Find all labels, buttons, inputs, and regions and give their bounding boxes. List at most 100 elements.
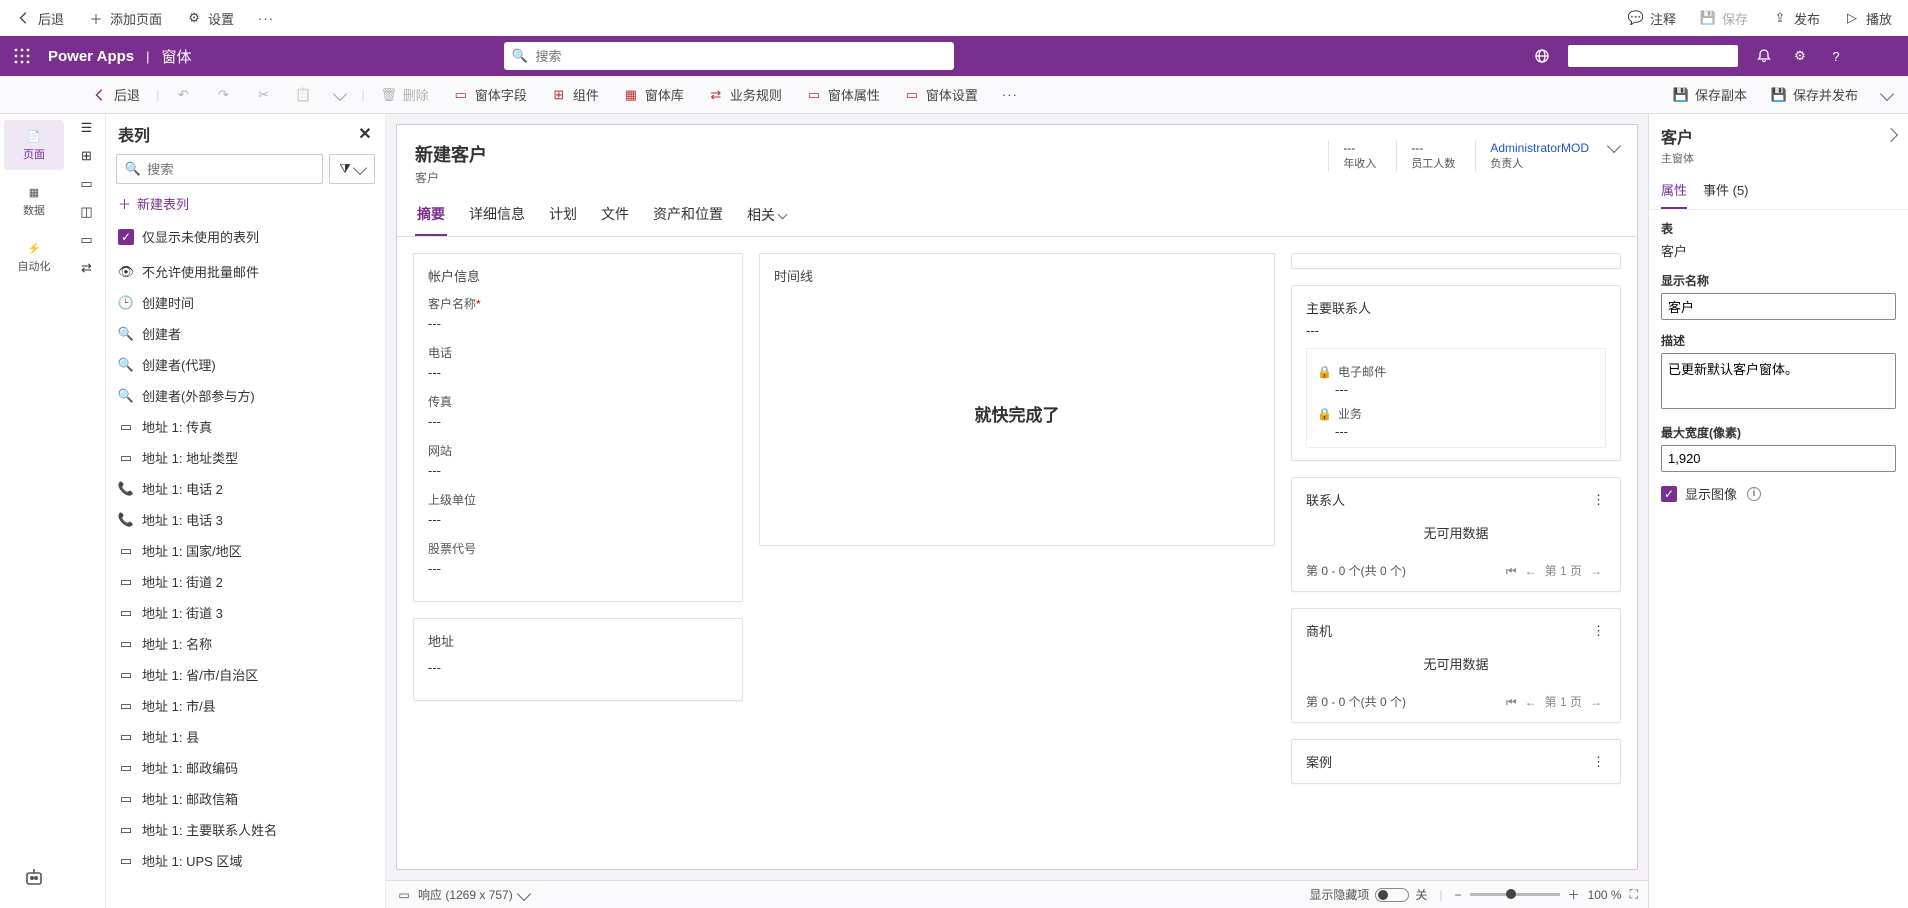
column-item[interactable]: ▭地址 1: 名称 [106,628,385,659]
field-parent-val[interactable]: --- [428,512,728,528]
more-icon[interactable]: ⋮ [1592,754,1606,770]
back-button[interactable]: 后退 [8,5,72,32]
chevron-right-icon[interactable] [1884,128,1898,142]
contact-val[interactable]: --- [1306,323,1606,338]
next-page-icon[interactable]: → [1590,695,1602,709]
components-rail-icon[interactable]: ⊞ [79,148,95,164]
column-item[interactable]: ▭地址 1: 省/市/自治区 [106,659,385,690]
data-rail-icon[interactable]: ◫ [79,204,95,220]
account-info-section[interactable]: 帐户信息 客户名称*--- 电话--- 传真--- 网站--- 上级单位--- … [413,253,743,602]
cmd-save-publish-chevron[interactable] [1874,85,1900,105]
field-phone-val[interactable]: --- [428,365,728,381]
rail-pages[interactable]: 📄页面 [4,120,64,170]
notifications-icon[interactable] [1748,40,1780,72]
column-item[interactable]: ▭地址 1: 市/县 [106,690,385,721]
cmd-save-copy[interactable]: 💾保存副本 [1665,81,1755,108]
column-item[interactable]: ▭地址 1: 传真 [106,411,385,442]
field-web-val[interactable]: --- [428,463,728,479]
columns-search[interactable]: 🔍 [116,154,323,184]
props-desc-input[interactable] [1661,353,1896,409]
tab-details[interactable]: 详细信息 [467,198,527,236]
rail-data[interactable]: ▦数据 [4,176,64,226]
only-unused-check[interactable]: ✓仅显示未使用的表列 [106,223,385,256]
column-item[interactable]: ▭地址 1: 国家/地区 [106,535,385,566]
column-item[interactable]: ▭地址 1: 主要联系人姓名 [106,814,385,845]
tab-summary[interactable]: 摘要 [415,198,447,236]
primary-contact-card[interactable]: 主要联系人 --- 🔒电子邮件 --- 🔒业务 --- [1291,285,1621,461]
column-item[interactable]: 🔍创建者(外部参与方) [106,380,385,411]
hdr-owner-val[interactable]: AdministratorMOD [1490,141,1589,155]
form-canvas[interactable]: 新建客户 客户 ---年收入 ---员工人数 AdministratorMOD负… [396,124,1638,870]
cmd-cut[interactable]: ✂ [247,83,279,107]
cmd-form-props[interactable]: ▭窗体属性 [798,81,888,108]
zoom-out[interactable]: − [1455,888,1462,902]
play-button[interactable]: ▷播放 [1836,5,1900,32]
environment-badge[interactable] [1568,45,1738,67]
close-icon[interactable]: ✕ [357,126,373,142]
column-item[interactable]: ▭地址 1: 县 [106,721,385,752]
opps-subgrid[interactable]: 商机⋮ 无可用数据 第 0 - 0 个(共 0 个)⏮←第 1 页→ [1291,608,1621,723]
props-display-input[interactable] [1661,293,1896,320]
cmd-overflow[interactable]: ··· [994,83,1026,106]
next-page-icon[interactable]: → [1590,564,1602,578]
responsive-icon[interactable]: ▭ [396,887,412,903]
environment-icon[interactable] [1526,40,1558,72]
tab-assets[interactable]: 资产和位置 [651,198,725,236]
cmd-paste-chevron[interactable] [327,85,353,105]
timeline-section[interactable]: 时间线 就快完成了 [759,253,1275,546]
tab-related[interactable]: 相关 [745,198,788,236]
field-fax-val[interactable]: --- [428,414,728,430]
cmd-redo[interactable]: ↷ [207,83,239,107]
more-button[interactable]: ··· [250,7,282,30]
fit-icon[interactable]: ⛶ [1630,887,1638,902]
column-item[interactable]: ▭地址 1: 邮政编码 [106,752,385,783]
columns-list[interactable]: 👁不允许使用批量邮件🕒创建时间🔍创建者🔍创建者(代理)🔍创建者(外部参与方)▭地… [106,256,385,908]
prev-page-icon[interactable]: ← [1525,695,1537,709]
cmd-back[interactable]: 后退 [84,81,148,108]
cmd-form-settings[interactable]: ▭窗体设置 [896,81,986,108]
prev-page-icon[interactable]: ← [1525,564,1537,578]
cases-subgrid[interactable]: 案例⋮ [1291,739,1621,784]
tree-view-icon[interactable]: ☰ [79,120,95,136]
address-section[interactable]: 地址 --- [413,618,743,701]
props-maxw-input[interactable] [1661,445,1896,472]
column-item[interactable]: 📞地址 1: 电话 2 [106,473,385,504]
column-item[interactable]: ▭地址 1: 邮政信箱 [106,783,385,814]
zoom-slider[interactable] [1470,893,1560,896]
rules-rail-icon[interactable]: ⇄ [79,260,95,276]
column-item[interactable]: ▭地址 1: 街道 3 [106,597,385,628]
columns-search-input[interactable] [147,162,314,177]
save-button[interactable]: 💾保存 [1692,5,1756,32]
props-tab-events[interactable]: 事件 (5) [1703,174,1749,209]
tab-files[interactable]: 文件 [599,198,631,236]
address-val[interactable]: --- [428,660,728,676]
column-item[interactable]: ▭地址 1: UPS 区域 [106,845,385,876]
column-item[interactable]: ▭地址 1: 地址类型 [106,442,385,473]
search-input[interactable] [536,49,946,64]
column-item[interactable]: 🕒创建时间 [106,287,385,318]
zoom-in[interactable]: ＋ [1568,886,1580,903]
first-page-icon[interactable]: ⏮ [1506,564,1517,579]
cmd-form-lib[interactable]: ▦窗体库 [615,81,692,108]
cmd-paste[interactable]: 📋 [287,83,319,107]
contacts-subgrid[interactable]: 联系人⋮ 无可用数据 第 0 - 0 个(共 0 个)⏮←第 1 页→ [1291,477,1621,592]
column-item[interactable]: 📞地址 1: 电话 3 [106,504,385,535]
cmd-delete[interactable]: 🗑删除 [373,81,437,108]
columns-filter[interactable]: ⧩ [329,154,375,184]
chevron-down-icon[interactable] [517,886,531,900]
cmd-biz-rules[interactable]: ⇄业务规则 [700,81,790,108]
copilot-icon[interactable] [22,866,46,890]
more-icon[interactable]: ⋮ [1592,492,1606,508]
column-item[interactable]: 🔍创建者 [106,318,385,349]
help-icon[interactable]: ? [1820,40,1852,72]
cmd-undo[interactable]: ↶ [167,83,199,107]
library-rail-icon[interactable]: ▭ [79,232,95,248]
status-responsive[interactable]: 响应 (1269 x 757) [418,886,513,903]
app-launcher[interactable] [8,42,36,70]
info-icon[interactable]: i [1747,487,1761,501]
global-search[interactable]: 🔍 [504,42,954,70]
fields-rail-icon[interactable]: ▭ [79,176,95,192]
rail-automation[interactable]: ⚡自动化 [4,232,64,282]
cmd-form-fields[interactable]: ▭窗体字段 [445,81,535,108]
new-column-button[interactable]: ＋新建表列 [106,184,385,223]
